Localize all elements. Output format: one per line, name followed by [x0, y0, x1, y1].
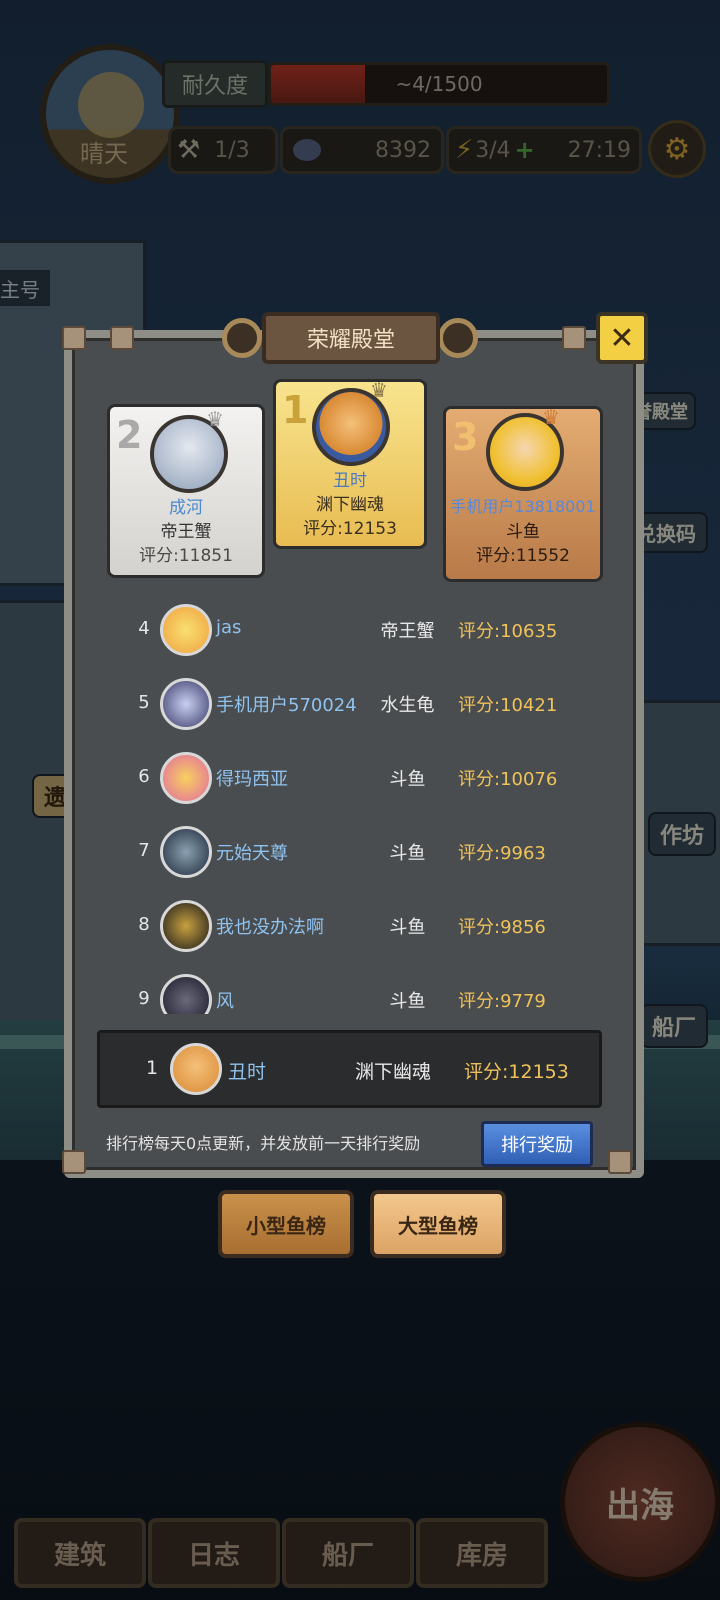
fish-name: 斗鱼 — [389, 769, 426, 790]
score: 评分:12153 — [303, 519, 397, 539]
panel-rivet — [62, 1150, 86, 1174]
podium-rank: 2 — [116, 413, 143, 457]
ranking-row[interactable]: 8 我也没办法啊 斗鱼 评分:9856 — [120, 896, 590, 956]
rank-number: 1 — [146, 1057, 159, 1079]
player-name: 元始天尊 — [216, 843, 288, 864]
player-name: 手机用户570024 — [216, 695, 357, 716]
ranking-row[interactable]: 5 手机用户570024 水生龟 评分:10421 — [120, 674, 590, 734]
score: 评分:9779 — [458, 991, 546, 1012]
ranking-row[interactable]: 9 风 斗鱼 评分:9779 — [120, 970, 590, 1014]
panel-rivet — [562, 326, 586, 350]
avatar — [160, 826, 212, 878]
player-name: 得玛西亚 — [216, 769, 288, 790]
player-name: jas — [216, 617, 242, 638]
podium-rank: 1 — [282, 388, 309, 432]
score: 评分:11851 — [139, 546, 233, 566]
fish-name: 斗鱼 — [506, 522, 540, 542]
title-ring-left — [222, 318, 262, 358]
fish-name: 渊下幽魂 — [316, 495, 384, 515]
close-icon[interactable]: ✕ — [596, 312, 648, 364]
rank-number: 9 — [138, 988, 150, 1009]
score: 评分:9856 — [458, 917, 546, 938]
avatar — [170, 1043, 222, 1095]
rank-number: 5 — [138, 692, 150, 713]
score: 评分:10421 — [458, 695, 558, 716]
podium-rank: 3 — [452, 415, 479, 459]
panel-rivet — [608, 1150, 632, 1174]
crown-icon: ♛ — [370, 378, 388, 402]
score: 评分:12153 — [464, 1061, 569, 1083]
podium-card-2[interactable]: 2 ♛ 成河 帝王蟹 评分:11851 — [107, 404, 265, 578]
ranking-row[interactable]: 6 得玛西亚 斗鱼 评分:10076 — [120, 748, 590, 808]
player-name: 我也没办法啊 — [216, 917, 324, 938]
fish-name: 帝王蟹 — [380, 621, 435, 642]
ranking-reward-button[interactable]: 排行奖励 — [481, 1121, 593, 1167]
avatar — [160, 900, 212, 952]
fish-name: 斗鱼 — [389, 991, 426, 1012]
title-ring-right — [438, 318, 478, 358]
rank-number: 4 — [138, 618, 150, 639]
player-name: 风 — [216, 991, 234, 1012]
avatar — [160, 752, 212, 804]
score: 评分:11552 — [476, 546, 570, 566]
rank-number: 6 — [138, 766, 150, 787]
ranking-list[interactable]: 4 jas 帝王蟹 评分:10635 5 手机用户570024 水生龟 评分:1… — [120, 600, 590, 1014]
crown-icon: ♛ — [542, 405, 560, 429]
avatar — [160, 604, 212, 656]
rank-number: 8 — [138, 914, 150, 935]
ranking-row[interactable]: 7 元始天尊 斗鱼 评分:9963 — [120, 822, 590, 882]
my-rank-row: 1 丑时 渊下幽魂 评分:12153 — [97, 1030, 602, 1108]
update-notice: 排行榜每天0点更新，并发放前一天排行奖励 — [106, 1134, 421, 1153]
podium-card-1[interactable]: 1 ♛ 丑时 渊下幽魂 评分:12153 — [273, 378, 427, 549]
crown-icon: ♛ — [206, 407, 224, 431]
ranking-row[interactable]: 4 jas 帝王蟹 评分:10635 — [120, 600, 590, 660]
panel-rivet — [62, 326, 86, 350]
player-name: 丑时 — [333, 471, 367, 491]
tab-small-fish[interactable]: 小型鱼榜 — [218, 1190, 354, 1258]
fish-name: 渊下幽魂 — [354, 1061, 431, 1083]
fish-name: 帝王蟹 — [160, 522, 212, 542]
tab-large-fish[interactable]: 大型鱼榜 — [370, 1190, 506, 1258]
fish-name: 斗鱼 — [389, 843, 426, 864]
player-name: 丑时 — [228, 1061, 267, 1083]
fish-name: 水生龟 — [380, 695, 435, 716]
avatar — [160, 678, 212, 730]
player-name: 成河 — [169, 498, 203, 518]
panel-rivet — [110, 326, 134, 350]
score: 评分:10635 — [458, 621, 558, 642]
score: 评分:9963 — [458, 843, 546, 864]
rank-number: 7 — [138, 840, 150, 861]
podium-card-3[interactable]: 3 ♛ 手机用户13818001 斗鱼 评分:11552 — [443, 405, 603, 582]
player-name: 手机用户13818001 — [450, 497, 596, 516]
panel-title: 荣耀殿堂 — [262, 312, 440, 364]
fish-name: 斗鱼 — [389, 917, 426, 938]
avatar — [160, 974, 212, 1014]
score: 评分:10076 — [458, 769, 558, 790]
